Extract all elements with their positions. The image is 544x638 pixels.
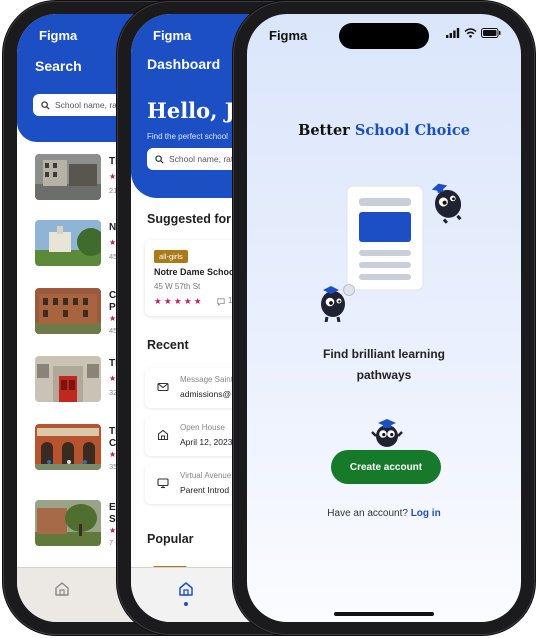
school-photo [35,288,101,334]
brand-prefix: Better [298,122,355,139]
recent-item-title: Virtual Avenue [180,471,232,480]
mascot-small [371,419,403,447]
active-tab-dot [184,602,188,606]
page-title: Search [35,58,82,74]
rating-stars: ★ [109,238,118,247]
create-account-button[interactable]: Create account [331,450,441,484]
recent-item-title: Message Saint [180,375,233,384]
tagline: Find brilliant learning pathways [247,344,521,386]
school-photo [35,220,101,266]
popular-heading: Popular [147,532,194,546]
rating-stars: ★ ★ ★ ★ ★ [154,296,202,306]
tagline-line1: Find brilliant learning [322,347,445,361]
building-icon [157,429,169,441]
rating-stars: ★ [109,314,118,323]
school-meta: 45 [109,252,118,261]
home-icon[interactable] [177,580,195,598]
login-link[interactable]: Log in [411,508,441,519]
mascot-right [431,183,462,224]
signal-icon [446,28,460,38]
school-meta: 21 [109,186,118,195]
recent-item-detail: April 12, 2023 [180,437,233,447]
wifi-icon [464,28,477,38]
recent-heading: Recent [147,338,189,352]
school-name: Notre Dame School [154,267,238,277]
monitor-icon [157,478,169,489]
page-title: Dashboard [147,56,221,72]
status-time: Figma [269,28,308,43]
home-indicator [334,612,434,616]
rating-stars: ★ [109,374,118,383]
phone-welcome: Figma Better School Choice Find brillian… [234,2,534,634]
school-photo [35,154,101,200]
mail-icon [157,382,169,392]
login-prompt: Have an account? Log in [247,508,521,519]
dynamic-island [339,23,429,49]
tag-badge: all-girls [154,250,188,263]
have-account-text: Have an account? [327,508,408,519]
rating-stars: ★ [109,450,118,459]
school-photo [35,500,101,546]
status-time: Figma [39,28,78,43]
status-time: Figma [153,28,192,43]
mascot-left [321,284,355,322]
school-address: 45 W 57th St [154,282,201,291]
battery-icon [481,28,501,38]
recent-item-detail: Parent Introd [180,485,230,495]
search-icon [41,100,50,110]
school-photo [35,424,101,470]
brand-logo: Better School Choice [247,122,521,139]
greeting-subtitle: Find the perfect school [147,132,228,141]
school-photo [35,356,101,402]
school-meta: 45 [109,326,118,335]
school-meta: 35 [109,462,118,471]
rating-stars: ★ [109,526,118,535]
comment-icon [217,298,225,306]
recent-item-detail: admissions@ [180,389,232,399]
status-icons [446,28,501,38]
brand-highlight: School Choice [354,122,470,139]
tagline-line2: pathways [356,368,412,382]
school-meta: 32 [109,388,118,397]
home-icon[interactable] [53,580,71,598]
recent-item-title: Open House [180,423,225,432]
hero-illustration [321,183,462,322]
welcome-screen: Figma Better School Choice Find brillian… [247,14,521,622]
search-icon [155,154,164,164]
